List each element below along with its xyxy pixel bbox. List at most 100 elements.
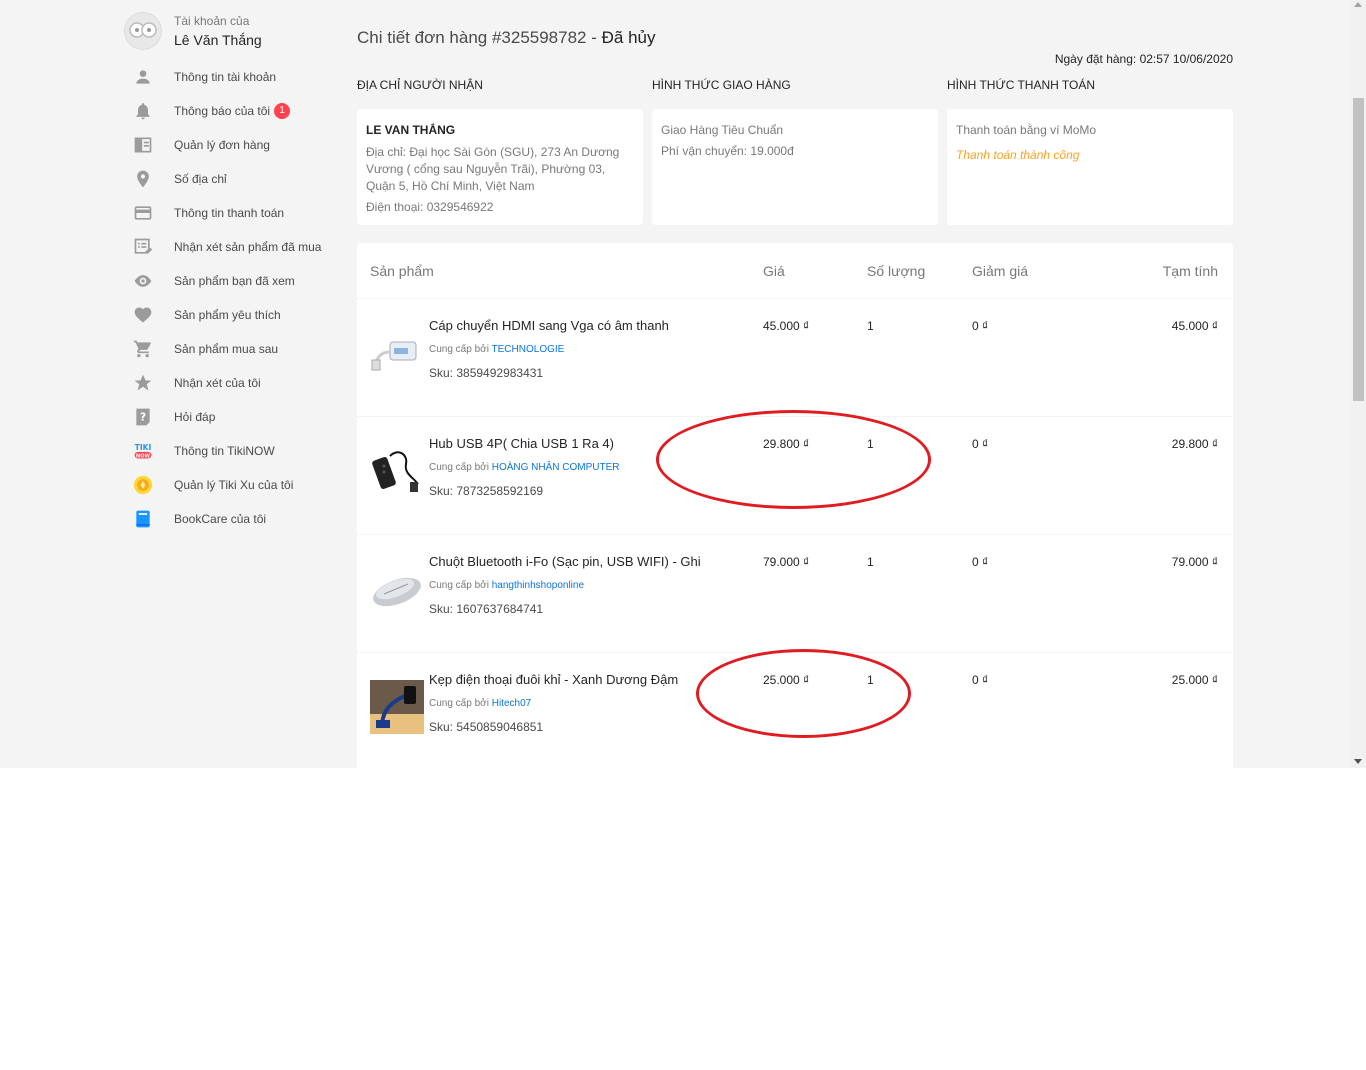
seller-line: Cung cấp bởi TECHNOLOGIE <box>429 344 669 355</box>
sidebar-item-tikinow[interactable]: TIKI NOW Thông tin TikiNOW <box>124 434 334 468</box>
recipient-phone: Điện thoại: 0329546922 <box>366 200 494 214</box>
sidebar: Tài khoản của Lê Văn Thắng Thông tin tài… <box>124 8 334 536</box>
sidebar-item-label: Sản phẩm mua sau <box>174 342 279 356</box>
sidebar-menu: Thông tin tài khoản Thông báo của tôi 1 Quả… <box>124 60 334 536</box>
heart-icon <box>132 304 154 326</box>
seller-link[interactable]: hangthinhshoponline <box>492 580 584 591</box>
payment-box: Thanh toán bằng ví MoMo Thanh toán thành… <box>947 109 1233 225</box>
header-product: Sản phẩm <box>370 262 434 279</box>
scrollbar-thumb[interactable] <box>1353 98 1364 401</box>
sidebar-item-label: Hỏi đáp <box>174 410 216 424</box>
sidebar-item-coin[interactable]: Quản lý Tiki Xu của tôi <box>124 468 334 502</box>
sidebar-item-label: Thông tin thanh toán <box>174 206 285 220</box>
scroll-down-arrow-icon[interactable] <box>1354 759 1362 764</box>
scroll-up-arrow-icon[interactable] <box>1354 2 1362 7</box>
credit-card-icon <box>132 202 154 224</box>
sidebar-item-label: Quản lý Tiki Xu của tôi <box>174 478 294 492</box>
sidebar-item-credit-card[interactable]: Thông tin thanh toán <box>124 196 334 230</box>
product-discount: 0 ₫ <box>972 319 989 333</box>
sidebar-item-heart[interactable]: Sản phẩm yêu thích <box>124 298 334 332</box>
product-discount: 0 ₫ <box>972 555 989 569</box>
avatar <box>124 12 162 50</box>
sidebar-item-order[interactable]: Quản lý đơn hàng <box>124 128 334 162</box>
coin-icon <box>132 474 154 496</box>
eye-icon <box>132 270 154 292</box>
product-discount: 0 ₫ <box>972 437 989 451</box>
sidebar-item-review[interactable]: Nhận xét sản phẩm đã mua <box>124 230 334 264</box>
table-row: Hub USB 4P( Chia USB 1 Ra 4) Cung cấp bởi… <box>357 417 1233 535</box>
notification-badge: 1 <box>274 103 291 119</box>
recipient-section-title: Địa chỉ người nhận <box>357 78 483 92</box>
product-qty: 1 <box>867 437 874 451</box>
cart-icon <box>132 338 154 360</box>
sidebar-item-label: Thông báo của tôi <box>174 104 271 118</box>
shipping-section-title: Hình thức giao hàng <box>652 78 791 92</box>
sidebar-item-location[interactable]: Số địa chỉ <box>124 162 334 196</box>
account-header: Tài khoản của Lê Văn Thắng <box>124 8 334 54</box>
sidebar-item-bell[interactable]: Thông báo của tôi 1 <box>124 94 334 128</box>
svg-text:?: ? <box>140 410 146 423</box>
sidebar-item-label: Sản phẩm yêu thích <box>174 308 281 322</box>
table-row: Kẹp điện thoại đuôi khỉ - Xanh Dương Đậm… <box>357 653 1233 768</box>
seller-line: Cung cấp bởi HOÀNG NHÂN COMPUTER <box>429 462 620 473</box>
product-qty: 1 <box>867 673 874 687</box>
account-name: Lê Văn Thắng <box>174 32 262 48</box>
product-name[interactable]: Cáp chuyển HDMI sang Vga có âm thanh <box>429 318 669 334</box>
page-title: Chi tiết đơn hàng #325598782 - Đã hủy <box>357 28 656 47</box>
order-icon <box>132 134 154 156</box>
table-row: Cáp chuyển HDMI sang Vga có âm thanh Cung… <box>357 299 1233 417</box>
account-label: Tài khoản của <box>174 14 250 28</box>
seller-line: Cung cấp bởi Hitech07 <box>429 698 678 709</box>
seller-link[interactable]: Hitech07 <box>492 698 531 709</box>
user-icon <box>132 66 154 88</box>
star-icon <box>132 372 154 394</box>
product-qty: 1 <box>867 319 874 333</box>
sidebar-item-label: Nhận xét của tôi <box>174 376 261 390</box>
product-sku: Sku: 7873258592169 <box>429 484 544 498</box>
sidebar-item-question[interactable]: ? Hỏi đáp <box>124 400 334 434</box>
product-price: 29.800 ₫ <box>763 437 810 451</box>
product-name[interactable]: Kẹp điện thoại đuôi khỉ - Xanh Dương Đậm <box>429 672 678 688</box>
product-discount: 0 ₫ <box>972 673 989 687</box>
sidebar-item-label: Số địa chỉ <box>174 172 227 186</box>
product-image[interactable] <box>370 680 424 734</box>
payment-method: Thanh toán bằng ví MoMo <box>956 123 1097 137</box>
header-price: Giá <box>763 262 785 279</box>
order-date: Ngày đặt hàng: 02:57 10/06/2020 <box>1054 52 1233 66</box>
sidebar-item-book[interactable]: BookCare của tôi <box>124 502 334 536</box>
svg-text:NOW: NOW <box>136 453 150 459</box>
product-price: 45.000 ₫ <box>763 319 810 333</box>
product-name[interactable]: Hub USB 4P( Chia USB 1 Ra 4) <box>429 436 620 452</box>
sidebar-item-user[interactable]: Thông tin tài khoản <box>124 60 334 94</box>
recipient-box: LE VAN THẮNG Địa chỉ: Đại học Sài Gòn (S… <box>357 109 643 225</box>
bell-icon <box>132 100 154 122</box>
seller-link[interactable]: HOÀNG NHÂN COMPUTER <box>492 462 620 473</box>
seller-line: Cung cấp bởi hangthinhshoponline <box>429 580 701 591</box>
shipping-box: Giao Hàng Tiêu Chuẩn Phí vận chuyển: 19.… <box>652 109 938 225</box>
sidebar-item-label: Thông tin tài khoản <box>174 70 277 84</box>
order-status: Đã hủy <box>601 28 656 47</box>
sidebar-item-star[interactable]: Nhận xét của tôi <box>124 366 334 400</box>
product-image[interactable] <box>370 562 424 616</box>
product-name[interactable]: Chuột Bluetooth i-Fo (Sạc pin, USB WIFI)… <box>429 554 701 570</box>
product-price: 79.000 ₫ <box>763 555 810 569</box>
header-subtotal: Tạm tính <box>1162 262 1218 279</box>
sidebar-item-cart[interactable]: Sản phẩm mua sau <box>124 332 334 366</box>
sidebar-item-label: Thông tin TikiNOW <box>174 444 275 458</box>
book-icon <box>132 508 154 530</box>
shipping-fee: Phí vận chuyển: 19.000đ <box>661 144 794 158</box>
shipping-method: Giao Hàng Tiêu Chuẩn <box>661 123 784 137</box>
page-scrollbar[interactable] <box>1350 0 1366 768</box>
product-sku: Sku: 1607637684741 <box>429 602 544 616</box>
sidebar-item-eye[interactable]: Sản phẩm bạn đã xem <box>124 264 334 298</box>
product-image[interactable] <box>370 444 424 498</box>
header-qty: Số lượng <box>867 262 926 279</box>
product-image[interactable] <box>370 326 424 380</box>
product-sku: Sku: 3859492983431 <box>429 366 544 380</box>
recipient-address: Địa chỉ: Đại học Sài Gòn (SGU), 273 An D… <box>366 145 620 193</box>
seller-link[interactable]: TECHNOLOGIE <box>492 344 565 355</box>
product-subtotal: 25.000 ₫ <box>1171 673 1218 687</box>
product-subtotal: 45.000 ₫ <box>1171 319 1218 333</box>
header-discount: Giảm giá <box>972 262 1029 279</box>
location-icon <box>132 168 154 190</box>
